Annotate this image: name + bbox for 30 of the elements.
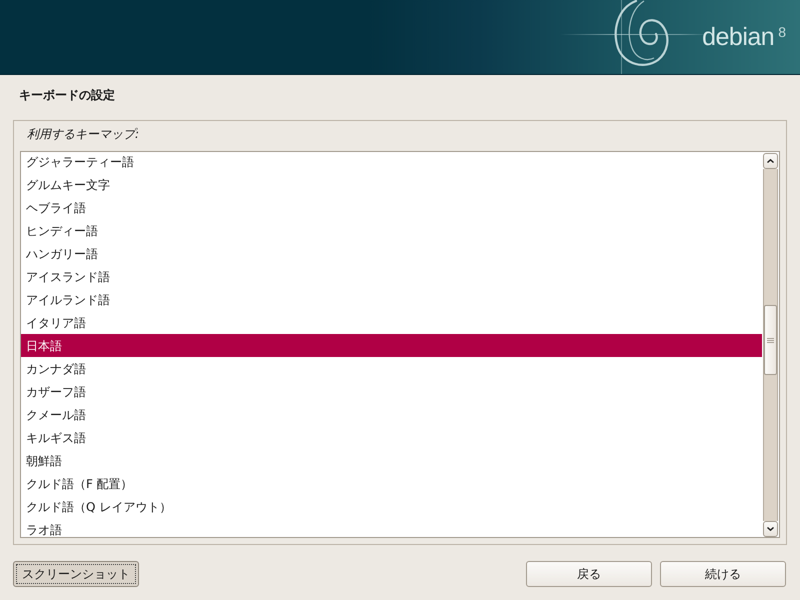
frame-label: 利用するキーマップ: (27, 126, 140, 142)
list-item[interactable]: ヒンディー語 (21, 219, 762, 242)
scroll-down-button[interactable] (763, 521, 778, 537)
list-item[interactable]: ラオ語 (21, 518, 762, 537)
list-item[interactable]: グルムキー文字 (21, 173, 762, 196)
list-item[interactable]: クルド語（Q レイアウト） (21, 495, 762, 518)
page-title: キーボードの設定 (19, 87, 115, 103)
list-item[interactable]: キルギス語 (21, 426, 762, 449)
list-item[interactable]: アイルランド語 (21, 288, 762, 311)
footer-button[interactable]: 続ける (660, 561, 786, 587)
grip-icon (767, 338, 774, 342)
scrollbar-thumb[interactable] (764, 305, 777, 375)
footer-button[interactable]: スクリーンショット (13, 561, 139, 587)
list-item[interactable]: アイスランド語 (21, 265, 762, 288)
list-item[interactable]: ハンガリー語 (21, 242, 762, 265)
version-text: 8 (778, 24, 786, 40)
list-item[interactable]: クメール語 (21, 403, 762, 426)
list-item[interactable]: 朝鮮語 (21, 449, 762, 472)
list-item[interactable]: イタリア語 (21, 311, 762, 334)
scroll-up-button[interactable] (763, 153, 778, 169)
logo-text: debian (702, 22, 774, 52)
list-item[interactable]: グジャラーティー語 (21, 152, 762, 173)
caret-icon (767, 527, 774, 531)
list-item[interactable]: ヘブライ語 (21, 196, 762, 219)
list-item[interactable]: カンナダ語 (21, 357, 762, 380)
list-item[interactable]: カザーフ語 (21, 380, 762, 403)
footer-button[interactable]: 戻る (526, 561, 652, 587)
list-item[interactable]: クルド語（F 配置） (21, 472, 762, 495)
list-item[interactable]: 日本語 (21, 334, 762, 357)
caret-icon (767, 159, 774, 163)
